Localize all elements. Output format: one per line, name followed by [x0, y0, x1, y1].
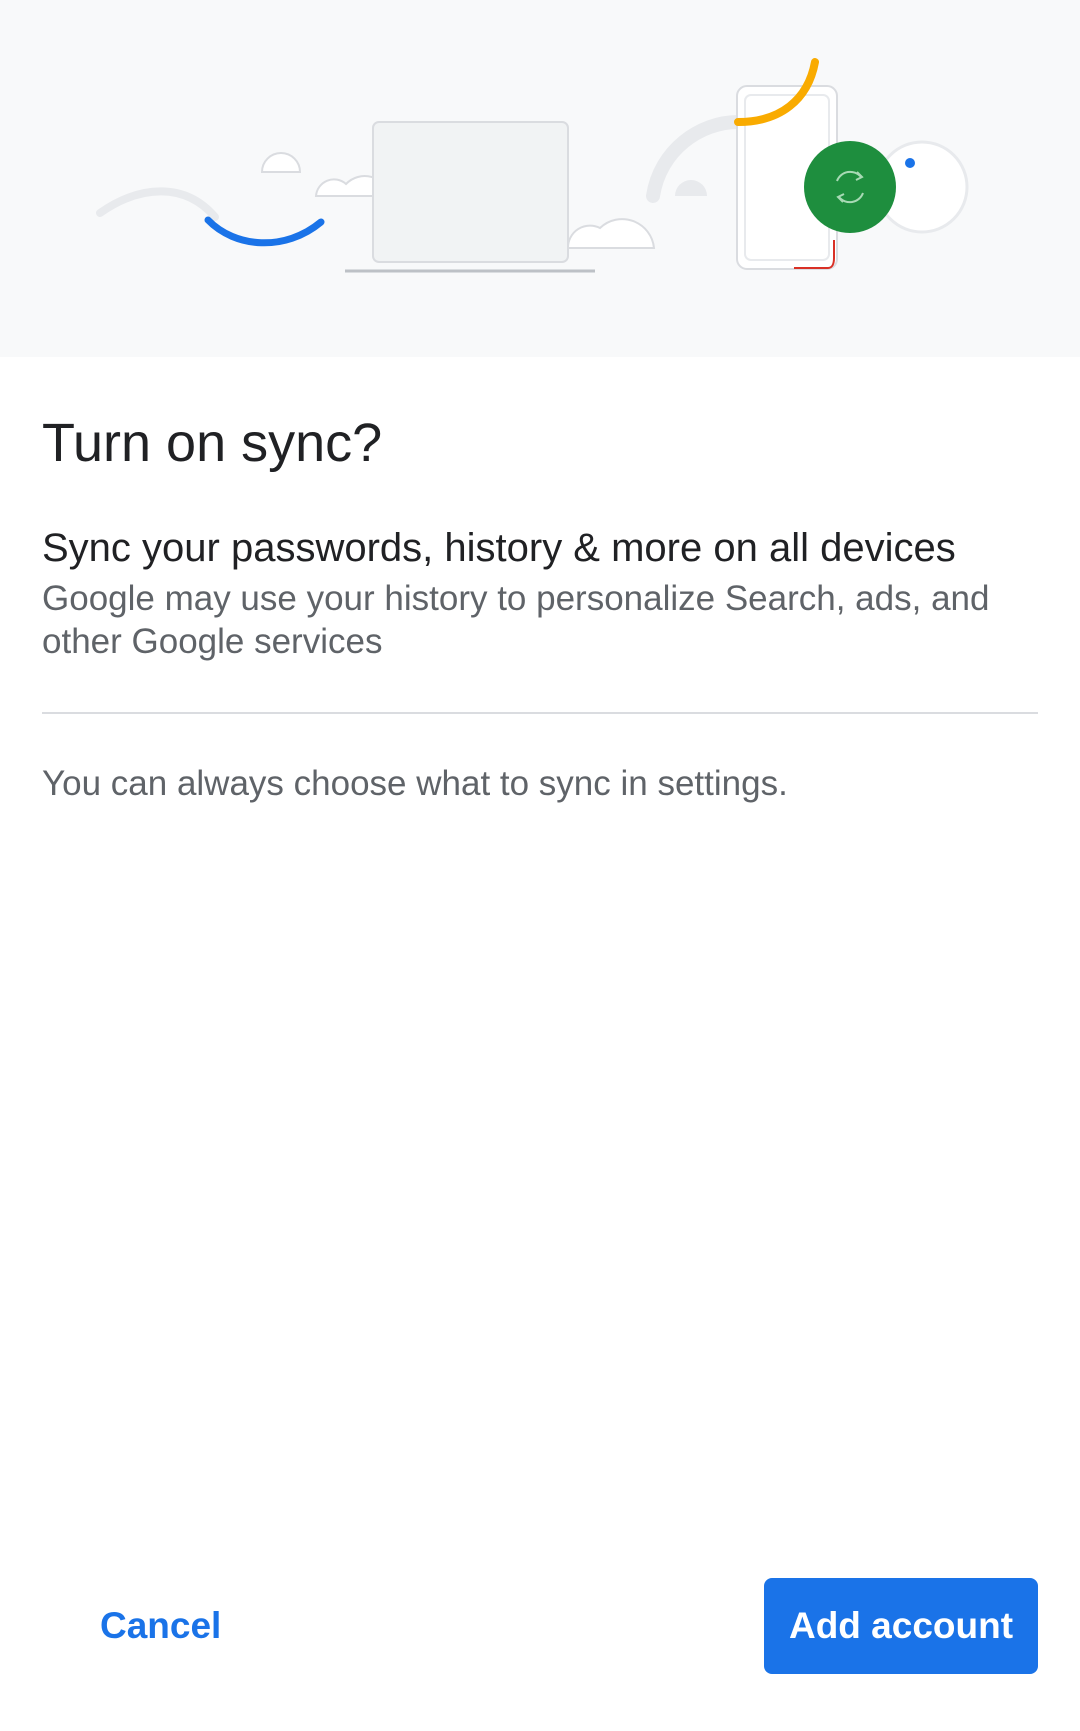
sync-illustration-art: [96, 58, 969, 273]
cloud-icon: [260, 152, 302, 173]
divider: [42, 712, 1038, 714]
hill-shape: [675, 180, 707, 196]
settings-note: You can always choose what to sync in se…: [42, 764, 788, 803]
blue-dot-shape: [905, 158, 915, 168]
cancel-button[interactable]: Cancel: [70, 1578, 245, 1674]
cloud-icon: [566, 218, 656, 249]
sync-heading: Sync your passwords, history & more on a…: [42, 526, 956, 570]
sync-illustration: [0, 0, 1080, 357]
page-title: Turn on sync?: [42, 413, 383, 473]
sync-icon: [804, 141, 896, 233]
wave-gray-shape: [96, 187, 219, 221]
laptop-icon: [345, 121, 595, 273]
sync-description: Google may use your history to personali…: [42, 579, 990, 661]
add-account-button[interactable]: Add account: [764, 1578, 1038, 1674]
wave-blue-shape: [204, 216, 325, 247]
